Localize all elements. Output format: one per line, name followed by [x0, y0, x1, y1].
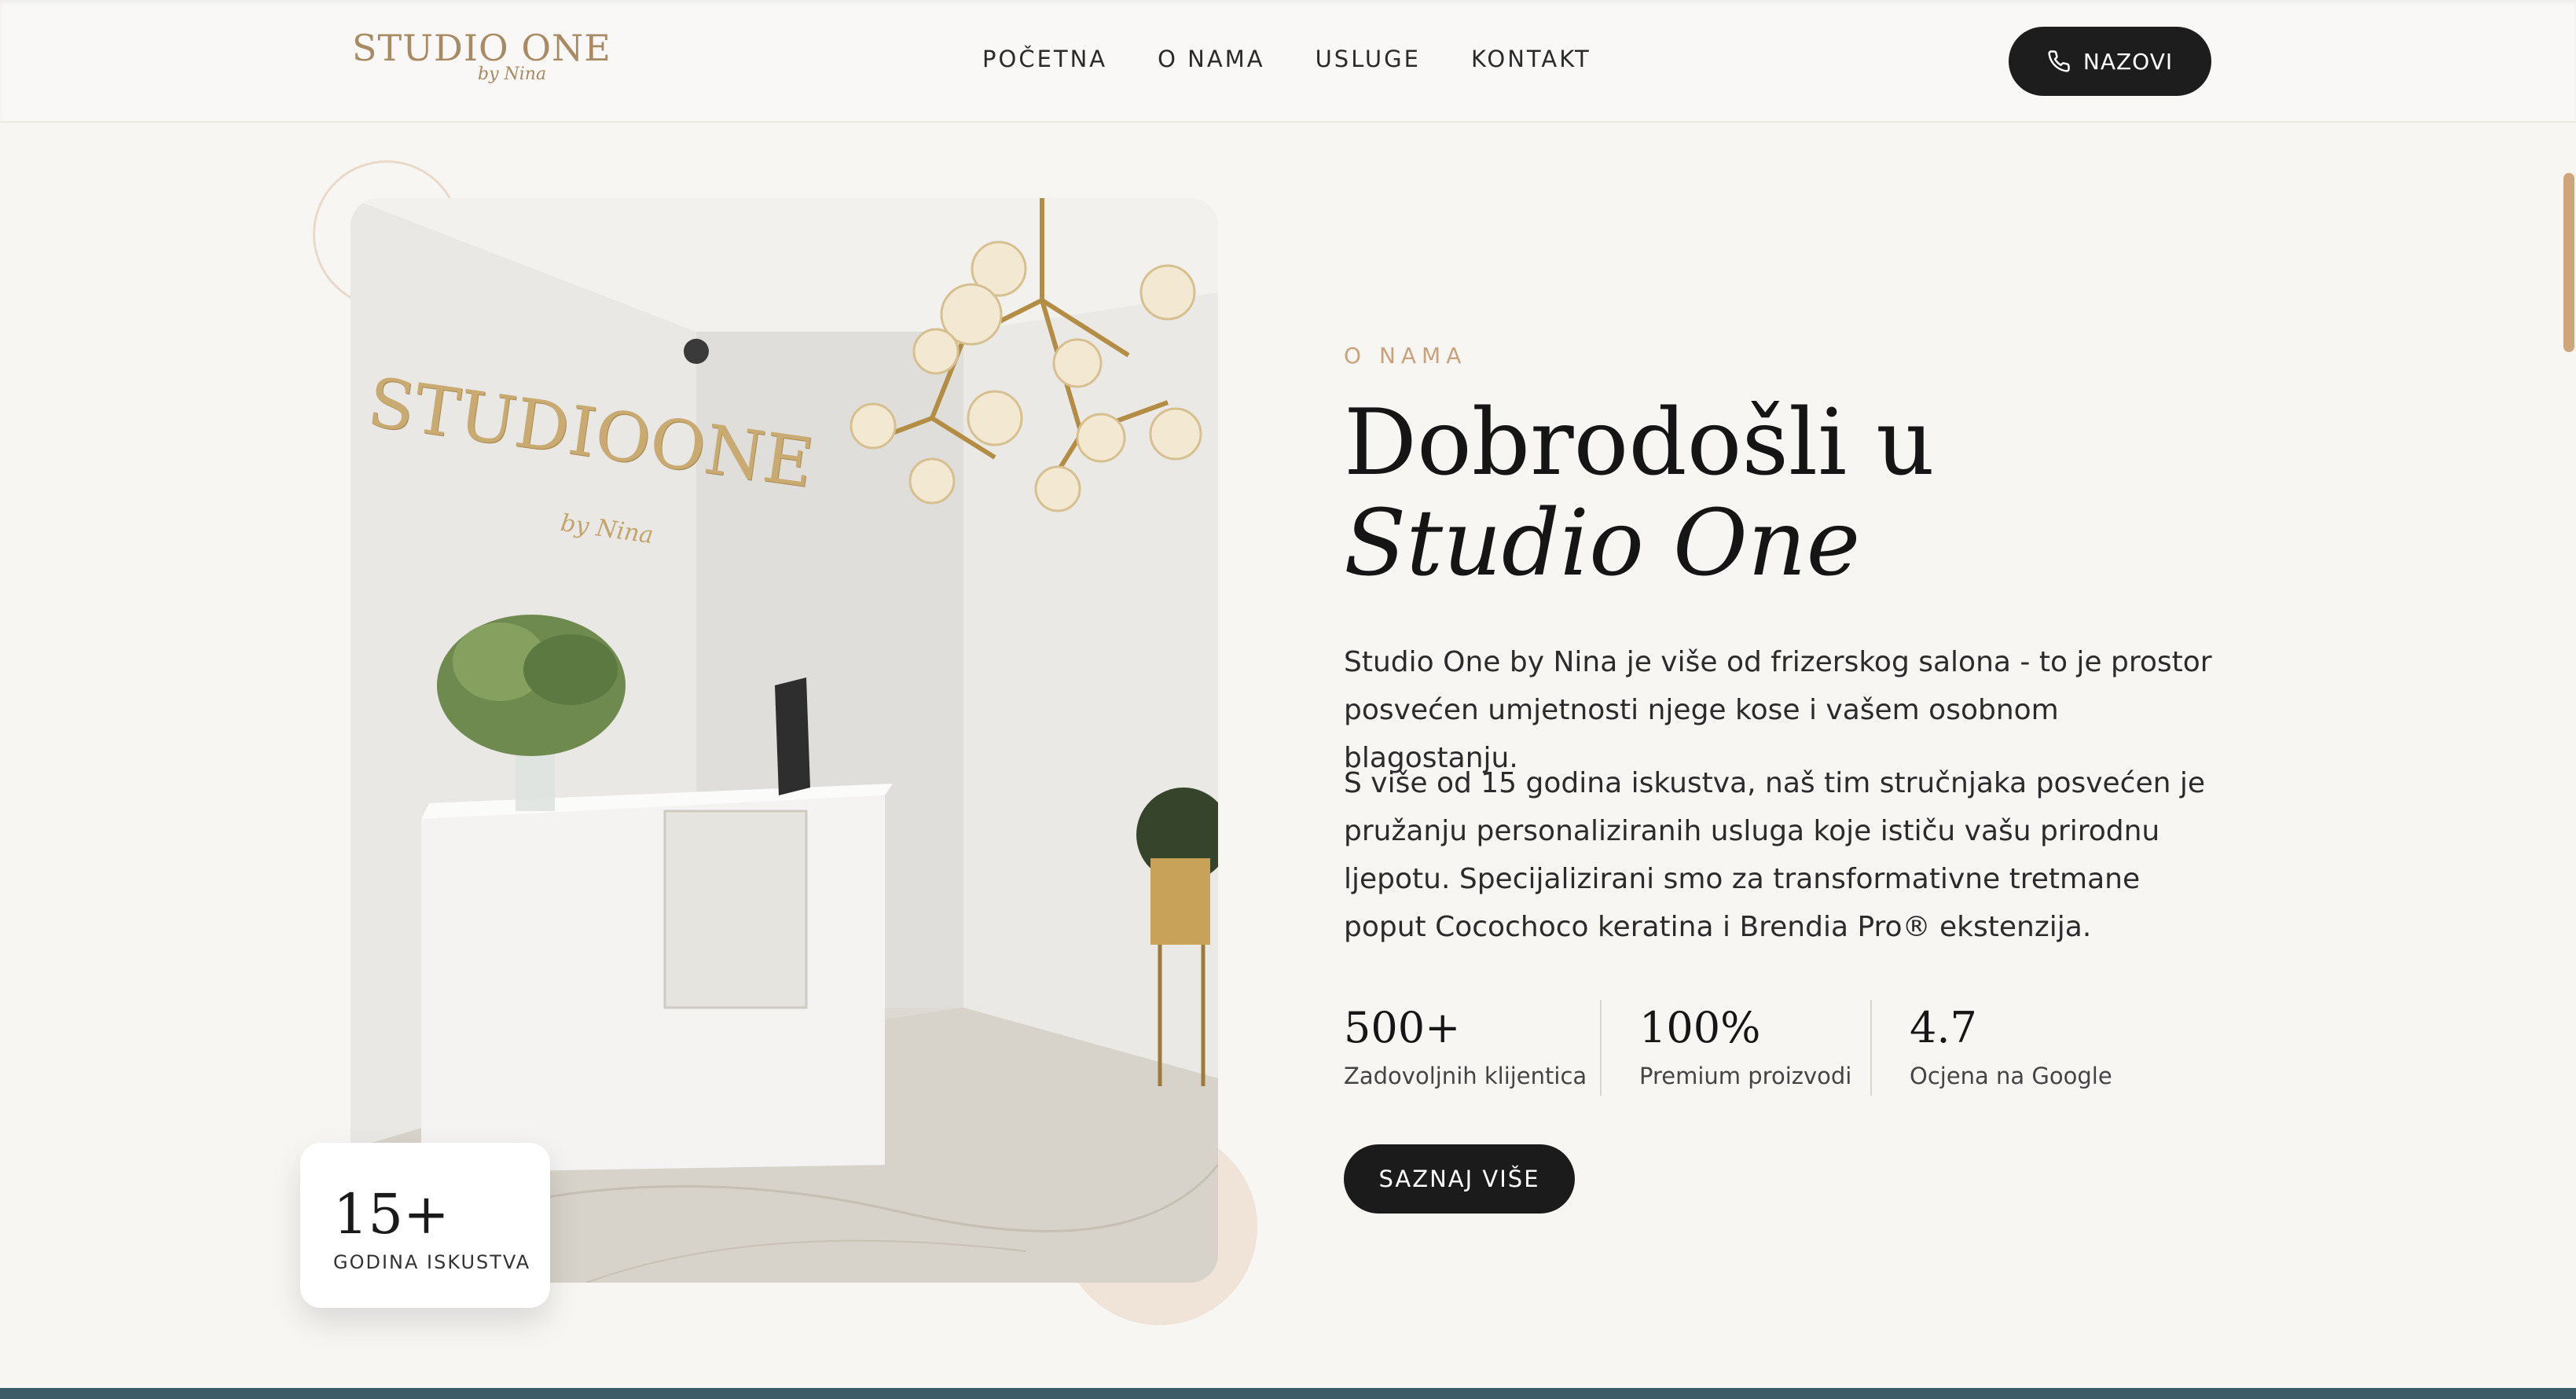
- experience-badge: 15+ GODINA ISKUSTVA: [300, 1143, 550, 1308]
- stat-value: 4.7: [1910, 1003, 1977, 1052]
- main-nav: POČETNA O NAMA USLUGE KONTAKT: [982, 46, 1591, 72]
- nav-item-kontakt[interactable]: KONTAKT: [1471, 46, 1591, 72]
- stat-label: Ocjena na Google: [1910, 1063, 2112, 1089]
- experience-value: 15+: [333, 1182, 450, 1247]
- studio-one-logo[interactable]: STUDIO ONE by Nina: [352, 27, 611, 94]
- stat-label: Premium proizvodi: [1639, 1063, 1852, 1089]
- nav-item-o-nama[interactable]: O NAMA: [1158, 46, 1264, 72]
- stat-google-rating: 4.7 Ocjena na Google: [1870, 1000, 2112, 1096]
- window-bottom-edge: [0, 1388, 2576, 1399]
- learn-more-button[interactable]: SAZNAJ VIŠE: [1344, 1144, 1575, 1214]
- logo-wordmark: STUDIO ONE: [352, 27, 611, 69]
- call-button-label: NAZOVI: [2082, 48, 2174, 75]
- section-eyebrow: O NAMA: [1344, 343, 1467, 369]
- title-italic: Studio One: [1344, 490, 1861, 597]
- stat-clients: 500+ Zadovoljnih klijentica: [1344, 1000, 1600, 1096]
- site-header: STUDIO ONE by Nina POČETNA O NAMA USLUGE…: [0, 0, 2576, 123]
- logo-tagline: by Nina: [478, 64, 547, 84]
- nav-item-pocetna[interactable]: POČETNA: [982, 46, 1107, 72]
- salon-photo-illustration: [350, 198, 1218, 1283]
- nav-item-usluge[interactable]: USLUGE: [1316, 46, 1421, 72]
- stat-value: 100%: [1639, 1003, 1761, 1052]
- stat-label: Zadovoljnih klijentica: [1344, 1063, 1587, 1089]
- stat-value: 500+: [1344, 1003, 1461, 1052]
- salon-reception-photo: STUDIOONE by Nina: [350, 198, 1218, 1283]
- section-title: Dobrodošli u Studio One: [1344, 393, 2248, 594]
- phone-icon: [2048, 50, 2070, 72]
- scrollbar-thumb[interactable]: [2563, 173, 2574, 352]
- about-paragraph-2: S više od 15 godina iskustva, naš tim st…: [1344, 767, 2206, 943]
- call-button[interactable]: NAZOVI: [2009, 27, 2211, 96]
- experience-label: GODINA ISKUSTVA: [333, 1251, 531, 1273]
- stats-row: 500+ Zadovoljnih klijentica 100% Premium…: [1344, 1000, 2112, 1096]
- stat-products: 100% Premium proizvodi: [1600, 1000, 1870, 1096]
- title-plain: Dobrodošli u: [1344, 390, 1935, 496]
